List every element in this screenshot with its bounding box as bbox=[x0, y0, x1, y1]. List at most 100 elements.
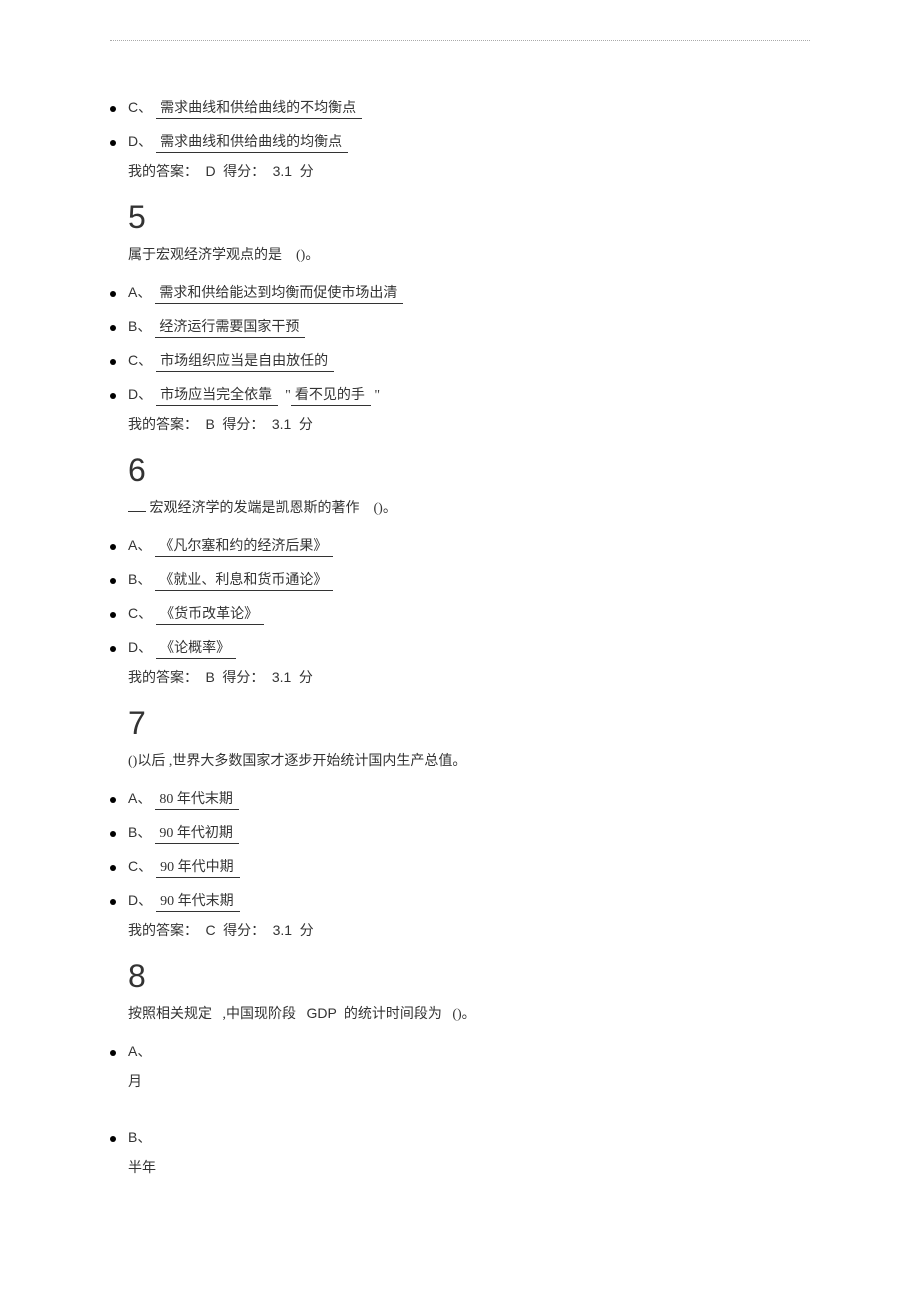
score-value: 3.1 bbox=[273, 922, 292, 938]
bullet-icon bbox=[110, 1136, 116, 1142]
bullet-icon bbox=[110, 1050, 116, 1056]
option-text: 《凡尔塞和约的经济后果》 bbox=[155, 535, 333, 557]
option-text: 经济运行需要国家干预 bbox=[155, 316, 305, 338]
score-label: 得分： bbox=[222, 671, 264, 686]
score-value: 3.1 bbox=[272, 669, 291, 685]
q8-text-a: 按照相关规定 bbox=[128, 1007, 212, 1022]
q4-answer-line: 我的答案： D 得分： 3.1 分 bbox=[128, 159, 810, 185]
q4-option-c: C、 需求曲线和供给曲线的不均衡点 bbox=[110, 91, 810, 125]
q8-option-b-text: 半年 bbox=[128, 1153, 810, 1181]
answer-value: C bbox=[206, 922, 216, 938]
option-letter: B、 bbox=[128, 822, 151, 842]
score-value: 3.1 bbox=[272, 416, 291, 432]
option-text: 需求和供给能达到均衡而促使市场出清 bbox=[155, 282, 403, 304]
answer-value: B bbox=[206, 416, 215, 432]
q5-option-d: D、 市场应当完全依靠 " 看不见的手 " bbox=[110, 378, 810, 412]
answer-label: 我的答案： bbox=[128, 418, 198, 433]
score-unit: 分 bbox=[300, 924, 314, 939]
q6-text: 宏观经济学的发端是凯恩斯的著作 ()。 bbox=[128, 497, 810, 519]
q8-text: 按照相关规定 ,中国现阶段 GDP 的统计时间段为 ()。 bbox=[128, 1003, 810, 1025]
bullet-icon bbox=[110, 325, 116, 331]
option-text-a: 市场应当完全依靠 bbox=[156, 384, 278, 406]
option-letter: B、 bbox=[128, 569, 151, 589]
leading-blank bbox=[128, 497, 146, 512]
q8-option-a-text: 月 bbox=[128, 1067, 810, 1095]
q6-option-b: B、 《就业、利息和货币通论》 bbox=[110, 563, 810, 597]
score-unit: 分 bbox=[300, 165, 314, 180]
answer-value: B bbox=[206, 669, 215, 685]
q6-text-main: 宏观经济学的发端是凯恩斯的著作 bbox=[150, 501, 360, 516]
question-number-5: 5 bbox=[128, 199, 810, 236]
q6-option-a: A、 《凡尔塞和约的经济后果》 bbox=[110, 529, 810, 563]
q5-text: 属于宏观经济学观点的是 ()。 bbox=[128, 244, 810, 266]
bullet-icon bbox=[110, 831, 116, 837]
q6-option-d: D、 《论概率》 bbox=[110, 631, 810, 665]
option-letter: D、 bbox=[128, 384, 152, 404]
page-top-divider bbox=[110, 40, 810, 41]
question-number-6: 6 bbox=[128, 452, 810, 489]
bullet-icon bbox=[110, 646, 116, 652]
option-text: 需求曲线和供给曲线的均衡点 bbox=[156, 131, 348, 153]
q8-option-a: A、 bbox=[110, 1035, 810, 1067]
option-text: 90 年代中期 bbox=[156, 856, 240, 878]
q8-text-e: ()。 bbox=[452, 1007, 475, 1022]
bullet-icon bbox=[110, 291, 116, 297]
option-letter: A、 bbox=[128, 535, 151, 555]
option-text: 《论概率》 bbox=[156, 637, 236, 659]
score-label: 得分： bbox=[223, 165, 265, 180]
q7-option-d: D、 90 年代末期 bbox=[110, 884, 810, 918]
score-unit: 分 bbox=[299, 418, 313, 433]
option-letter: C、 bbox=[128, 97, 152, 117]
q7-text: ()以后 ,世界大多数国家才逐步开始统计国内生产总值。 bbox=[128, 750, 810, 772]
spacer bbox=[110, 1095, 810, 1121]
option-text: 80 年代末期 bbox=[155, 788, 239, 810]
question-number-7: 7 bbox=[128, 705, 810, 742]
q7-option-a: A、 80 年代末期 bbox=[110, 782, 810, 816]
q6-option-c: C、 《货币改革论》 bbox=[110, 597, 810, 631]
q5-text-tail: ()。 bbox=[296, 248, 319, 263]
bullet-icon bbox=[110, 359, 116, 365]
bullet-icon bbox=[110, 393, 116, 399]
q4-option-d: D、 需求曲线和供给曲线的均衡点 bbox=[110, 125, 810, 159]
bullet-icon bbox=[110, 612, 116, 618]
option-text-b: 看不见的手 bbox=[291, 384, 371, 406]
option-letter: C、 bbox=[128, 856, 152, 876]
bullet-icon bbox=[110, 578, 116, 584]
option-text: 需求曲线和供给曲线的不均衡点 bbox=[156, 97, 362, 119]
bullet-icon bbox=[110, 544, 116, 550]
score-label: 得分： bbox=[222, 418, 264, 433]
option-letter: D、 bbox=[128, 637, 152, 657]
option-letter: D、 bbox=[128, 890, 152, 910]
answer-value: D bbox=[206, 163, 216, 179]
q6-answer-line: 我的答案： B 得分： 3.1 分 bbox=[128, 665, 810, 691]
option-text: 90 年代初期 bbox=[155, 822, 239, 844]
answer-label: 我的答案： bbox=[128, 165, 198, 180]
q8-text-c: GDP bbox=[307, 1005, 337, 1021]
q7-option-c: C、 90 年代中期 bbox=[110, 850, 810, 884]
q7-text-main: ()以后 ,世界大多数国家才逐步开始统计国内生产总值。 bbox=[128, 754, 466, 769]
q8-text-b: ,中国现阶段 bbox=[223, 1007, 297, 1022]
option-quote: " bbox=[374, 388, 380, 404]
score-unit: 分 bbox=[299, 671, 313, 686]
bullet-icon bbox=[110, 797, 116, 803]
option-text: 市场组织应当是自由放任的 bbox=[156, 350, 334, 372]
q5-text-main: 属于宏观经济学观点的是 bbox=[128, 248, 282, 263]
q8-text-d: 的统计时间段为 bbox=[344, 1007, 442, 1022]
bullet-icon bbox=[110, 899, 116, 905]
q8-option-b: B、 bbox=[110, 1121, 810, 1153]
q5-option-c: C、 市场组织应当是自由放任的 bbox=[110, 344, 810, 378]
option-text: 《货币改革论》 bbox=[156, 603, 264, 625]
bullet-icon bbox=[110, 140, 116, 146]
option-letter: D、 bbox=[128, 131, 152, 151]
option-text: 《就业、利息和货币通论》 bbox=[155, 569, 333, 591]
option-letter: A、 bbox=[128, 788, 151, 808]
option-letter: B、 bbox=[128, 1127, 151, 1147]
document-page: C、 需求曲线和供给曲线的不均衡点 D、 需求曲线和供给曲线的均衡点 我的答案：… bbox=[0, 0, 920, 1221]
option-letter: A、 bbox=[128, 282, 151, 302]
answer-label: 我的答案： bbox=[128, 671, 198, 686]
option-text: 90 年代末期 bbox=[156, 890, 240, 912]
option-letter: C、 bbox=[128, 603, 152, 623]
q5-answer-line: 我的答案： B 得分： 3.1 分 bbox=[128, 412, 810, 438]
q6-text-tail: ()。 bbox=[374, 501, 397, 516]
bullet-icon bbox=[110, 106, 116, 112]
